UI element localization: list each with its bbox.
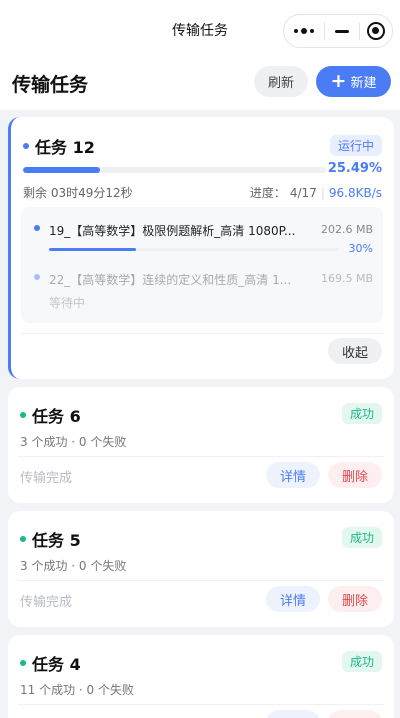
new-task-label: 新建 [350, 76, 377, 91]
file-item: 19_【高等数学】极限例题解析_高清 1080P... 202.6 MB 30% [21, 207, 383, 259]
minimize-icon[interactable] [325, 15, 359, 47]
task-title: 任务 6 [20, 403, 81, 427]
task-title-text: 任务 12 [35, 138, 95, 157]
task-card: 任务 5 成功 3 个成功 · 0 个失败 传输完成 详情 删除 [8, 511, 394, 627]
detail-button[interactable] [266, 710, 320, 718]
page-header: 传输任务 刷新 + 新建 [0, 62, 400, 110]
progress-label: 进度： [249, 186, 286, 200]
nav-bar: 传输任务 [0, 0, 400, 62]
file-size: 169.5 MB [320, 272, 373, 285]
miniprogram-capsule [283, 14, 393, 48]
file-progress-bar [49, 248, 339, 251]
info-separator: | [320, 185, 325, 200]
task-title: 任务 4 [20, 651, 81, 675]
remaining-time: 剩余 03时49分12秒 [23, 186, 133, 200]
task-title-text: 任务 6 [32, 407, 81, 426]
status-dot [20, 660, 26, 666]
progress-count: 4/17 [289, 185, 317, 200]
task-card: 任务 4 成功 11 个成功 · 0 个失败 [8, 635, 394, 718]
task-summary: 3 个成功 · 0 个失败 [20, 559, 127, 573]
card-divider [21, 333, 384, 334]
plus-icon: + [330, 70, 347, 92]
file-name: 19_【高等数学】极限例题解析_高清 1080P... [49, 224, 296, 238]
task-title: 任务 5 [20, 527, 81, 551]
task-title: 任务 12 [23, 134, 95, 158]
file-progress-fill [49, 248, 136, 251]
new-task-button[interactable]: + 新建 [316, 66, 391, 97]
card-divider [18, 580, 384, 581]
task-card: 任务 6 成功 3 个成功 · 0 个失败 传输完成 详情 删除 [8, 387, 394, 503]
delete-button[interactable] [328, 710, 382, 718]
close-target-icon[interactable] [360, 15, 392, 47]
progress-info: 进度： 4/17 | 96.8KB/s [250, 184, 382, 201]
file-state: 等待中 [49, 296, 86, 310]
page-title: 传输任务 [12, 74, 89, 96]
detail-button[interactable]: 详情 [266, 462, 320, 488]
card-divider [18, 704, 384, 705]
status-dot [23, 143, 29, 149]
file-status-dot [34, 225, 40, 231]
task-progress-fill [23, 167, 101, 173]
status-badge: 成功 [341, 651, 382, 672]
delete-button[interactable]: 删除 [328, 586, 382, 612]
file-name: 22_【高等数学】连续的定义和性质_高清 1... [49, 273, 292, 287]
task-progress-percent: 25.49% [327, 161, 382, 176]
task-footer-status: 传输完成 [20, 471, 73, 486]
status-badge: 成功 [341, 527, 382, 548]
file-item: 22_【高等数学】连续的定义和性质_高清 1... 169.5 MB 等待中 [21, 259, 383, 323]
task-progress-bar [23, 167, 326, 173]
detail-button[interactable]: 详情 [266, 586, 320, 612]
status-badge: 成功 [341, 403, 382, 424]
task-footer-status: 传输完成 [20, 595, 73, 610]
refresh-button[interactable]: 刷新 [254, 66, 308, 97]
file-size: 202.6 MB [320, 223, 373, 236]
file-progress-percent: 30% [348, 242, 373, 255]
task-summary: 11 个成功 · 0 个失败 [20, 683, 134, 697]
delete-button[interactable]: 删除 [328, 462, 382, 488]
collapse-button[interactable]: 收起 [328, 338, 382, 364]
more-icon[interactable] [284, 15, 324, 47]
task-summary: 3 个成功 · 0 个失败 [20, 435, 127, 449]
status-dot [20, 536, 26, 542]
status-dot [20, 412, 26, 418]
task-title-text: 任务 4 [32, 655, 81, 674]
file-status-dot [34, 274, 40, 280]
task-title-text: 任务 5 [32, 531, 81, 550]
card-divider [18, 456, 384, 457]
status-badge: 运行中 [329, 135, 382, 156]
file-list: 19_【高等数学】极限例题解析_高清 1080P... 202.6 MB 30%… [21, 207, 383, 323]
task-card-running: 任务 12 运行中 25.49% 剩余 03时49分12秒 进度： 4/17 |… [8, 117, 394, 379]
transfer-speed: 96.8KB/s [328, 185, 382, 200]
